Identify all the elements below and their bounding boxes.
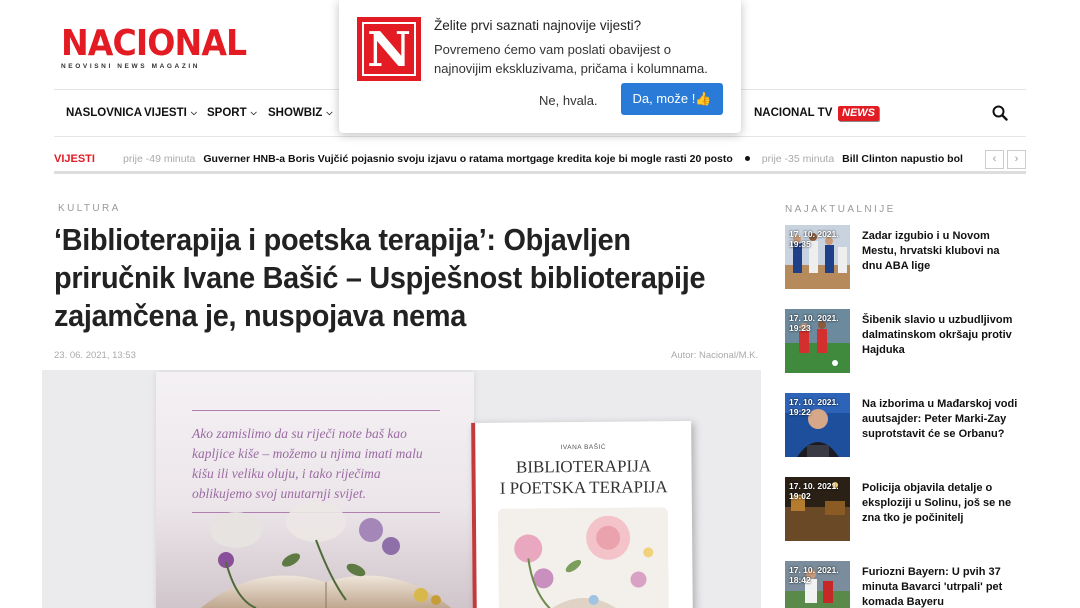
chevron-down-icon: ⌵ [326, 108, 333, 117]
nav-label: SHOWBIZ [268, 107, 323, 119]
sidebar-article-title[interactable]: Zadar izgubio i u Novom Mestu, hrvatski … [862, 229, 1022, 274]
book-title-line: I POETSKA TERAPIJA [499, 477, 668, 498]
quote-panel: Ako zamislimo da su riječi note baš kao … [156, 372, 474, 608]
book-flowers-illustration [200, 502, 452, 608]
push-notification-prompt: N Želite prvi saznati najnovije vijesti?… [339, 0, 741, 133]
nav-item-vijesti[interactable]: VIJESTI ⌵ [144, 90, 197, 136]
nav-label: NACIONAL TV [754, 107, 833, 119]
sidebar-article-title[interactable]: Šibenik slavio u uzbudljivom dalmatinsko… [862, 313, 1022, 358]
nav-item-naslovnica[interactable]: NASLOVNICA [66, 90, 142, 136]
stamp-date: 17. 10. 2021. [789, 481, 839, 491]
sidebar-article[interactable]: 17. 10. 2021. 19:23 Šibenik slavio u uzbu… [785, 309, 1025, 375]
article-timestamp: 17. 10. 2021. 18:42 [789, 565, 839, 585]
sidebar-article[interactable]: 17. 10. 2021. 19:02 Policija objavila det… [785, 477, 1025, 543]
article-timestamp: 17. 10. 2021. 19:23 [789, 313, 839, 333]
sidebar-heading: NAJAKTUALNIJE [785, 204, 896, 215]
sidebar-article[interactable]: 17. 10. 2021. 19:22 Na izborima u Mađarsk… [785, 393, 1025, 459]
article-title: ‘Biblioterapija i poetska terapija’: Obj… [54, 222, 706, 333]
ticker-headline[interactable]: Guverner HNB-a Boris Vujčić pojasnio svo… [203, 153, 732, 165]
stamp-time: 19:22 [789, 407, 811, 417]
nav-label: VIJESTI [144, 107, 187, 119]
stamp-date: 17. 10. 2021. [789, 229, 839, 239]
stamp-date: 17. 10. 2021. [789, 313, 839, 323]
logo-tagline: NEOVISNI NEWS MAGAZIN [61, 63, 201, 70]
prompt-title: Želite prvi saznati najnovije vijesti? [434, 18, 642, 33]
ticker-track: prije -49 minuta Guverner HNB-a Boris Vuj… [123, 153, 963, 169]
article-category[interactable]: KULTURA [58, 203, 121, 214]
stamp-time: 19:02 [789, 491, 811, 501]
divider [192, 410, 440, 411]
breaking-ticker: VIJESTI prije -49 minuta Guverner HNB-a B… [54, 146, 1026, 174]
article-timestamp: 17. 10. 2021. 19:02 [789, 481, 839, 501]
accept-button[interactable]: Da, može !👍 [621, 83, 723, 115]
article-thumbnail[interactable]: 17. 10. 2021. 18:42 [785, 561, 850, 608]
book-cover-illustration [497, 507, 669, 608]
article-thumbnail[interactable]: 17. 10. 2021. 19:23 [785, 309, 850, 373]
search-icon[interactable] [992, 105, 1008, 121]
stamp-time: 19:23 [789, 323, 811, 333]
logo-letter: N [362, 22, 416, 76]
book-cover: IVANA BAŠIĆ BIBLIOTERAPIJA I POETSKA TER… [471, 421, 693, 608]
sidebar-article[interactable]: 17. 10. 2021. 19:35 Zadar izgubio i u Nov… [785, 225, 1025, 291]
chevron-down-icon: ⌵ [190, 108, 197, 117]
ticker-prev-button[interactable]: ‹ [985, 150, 1004, 169]
article-thumbnail[interactable]: 17. 10. 2021. 19:35 [785, 225, 850, 289]
nav-item-sport[interactable]: SPORT ⌵ [207, 90, 257, 136]
nav-item-showbiz[interactable]: SHOWBIZ ⌵ [268, 90, 332, 136]
stamp-date: 17. 10. 2021. [789, 397, 839, 407]
hero-quote: Ako zamislimo da su riječi note baš kao … [192, 426, 423, 501]
article-author: Autor: Nacional/M.K. [671, 350, 759, 361]
sidebar-article-title[interactable]: Policija objavila detalje o eksploziji u… [862, 481, 1022, 526]
article-timestamp: 17. 10. 2021. 19:35 [789, 229, 839, 249]
news-badge[interactable]: NEWS [838, 106, 879, 121]
article-timestamp: 17. 10. 2021. 19:22 [789, 397, 839, 417]
article-thumbnail[interactable]: 17. 10. 2021. 19:02 [785, 477, 850, 541]
nacional-n-logo: N [357, 17, 421, 81]
ticker-separator [744, 156, 750, 162]
ticker-next-button[interactable]: › [1007, 150, 1026, 169]
nav-label: NASLOVNICA [66, 107, 143, 119]
stamp-time: 19:35 [789, 239, 811, 249]
article-thumbnail[interactable]: 17. 10. 2021. 19:22 [785, 393, 850, 457]
book-title-line: BIBLIOTERAPIJA [515, 456, 652, 477]
decline-button[interactable]: Ne, hvala. [531, 85, 606, 117]
ticker-time: prije -49 minuta [123, 153, 196, 165]
chevron-down-icon: ⌵ [250, 108, 257, 117]
book-title: BIBLIOTERAPIJA I POETSKA TERAPIJA [475, 455, 691, 499]
stamp-time: 18:42 [789, 575, 811, 585]
article-hero-image: Ako zamislimo da su riječi note baš kao … [42, 370, 761, 608]
stamp-date: 17. 10. 2021. [789, 565, 839, 575]
article-date: 23. 06. 2021, 13:53 [54, 350, 136, 361]
ticker-label: VIJESTI [54, 153, 95, 165]
sidebar-article-title[interactable]: Furiozni Bayern: U pvih 37 minuta Bavarc… [862, 565, 1022, 608]
nav-item-nacional-tv[interactable]: NACIONAL TV [754, 90, 832, 136]
ticker-headline[interactable]: Bill Clinton napustio bolnicu, vraća se … [842, 153, 963, 165]
logo-wordmark: NACIONAL [61, 23, 247, 64]
sidebar-article-title[interactable]: Na izborima u Mađarskoj vodi auutsajder:… [862, 397, 1022, 442]
prompt-body: Povremeno ćemo vam poslati obavijest o n… [434, 42, 708, 76]
book-author: IVANA BAŠIĆ [560, 443, 607, 452]
ticker-time: prije -35 minuta [761, 153, 835, 165]
sidebar-article[interactable]: 17. 10. 2021. 18:42 Furiozni Bayern: U pv… [785, 561, 1025, 608]
site-logo[interactable]: NACIONAL NEOVISNI NEWS MAGAZIN [61, 23, 247, 71]
nav-label: SPORT [207, 107, 247, 119]
